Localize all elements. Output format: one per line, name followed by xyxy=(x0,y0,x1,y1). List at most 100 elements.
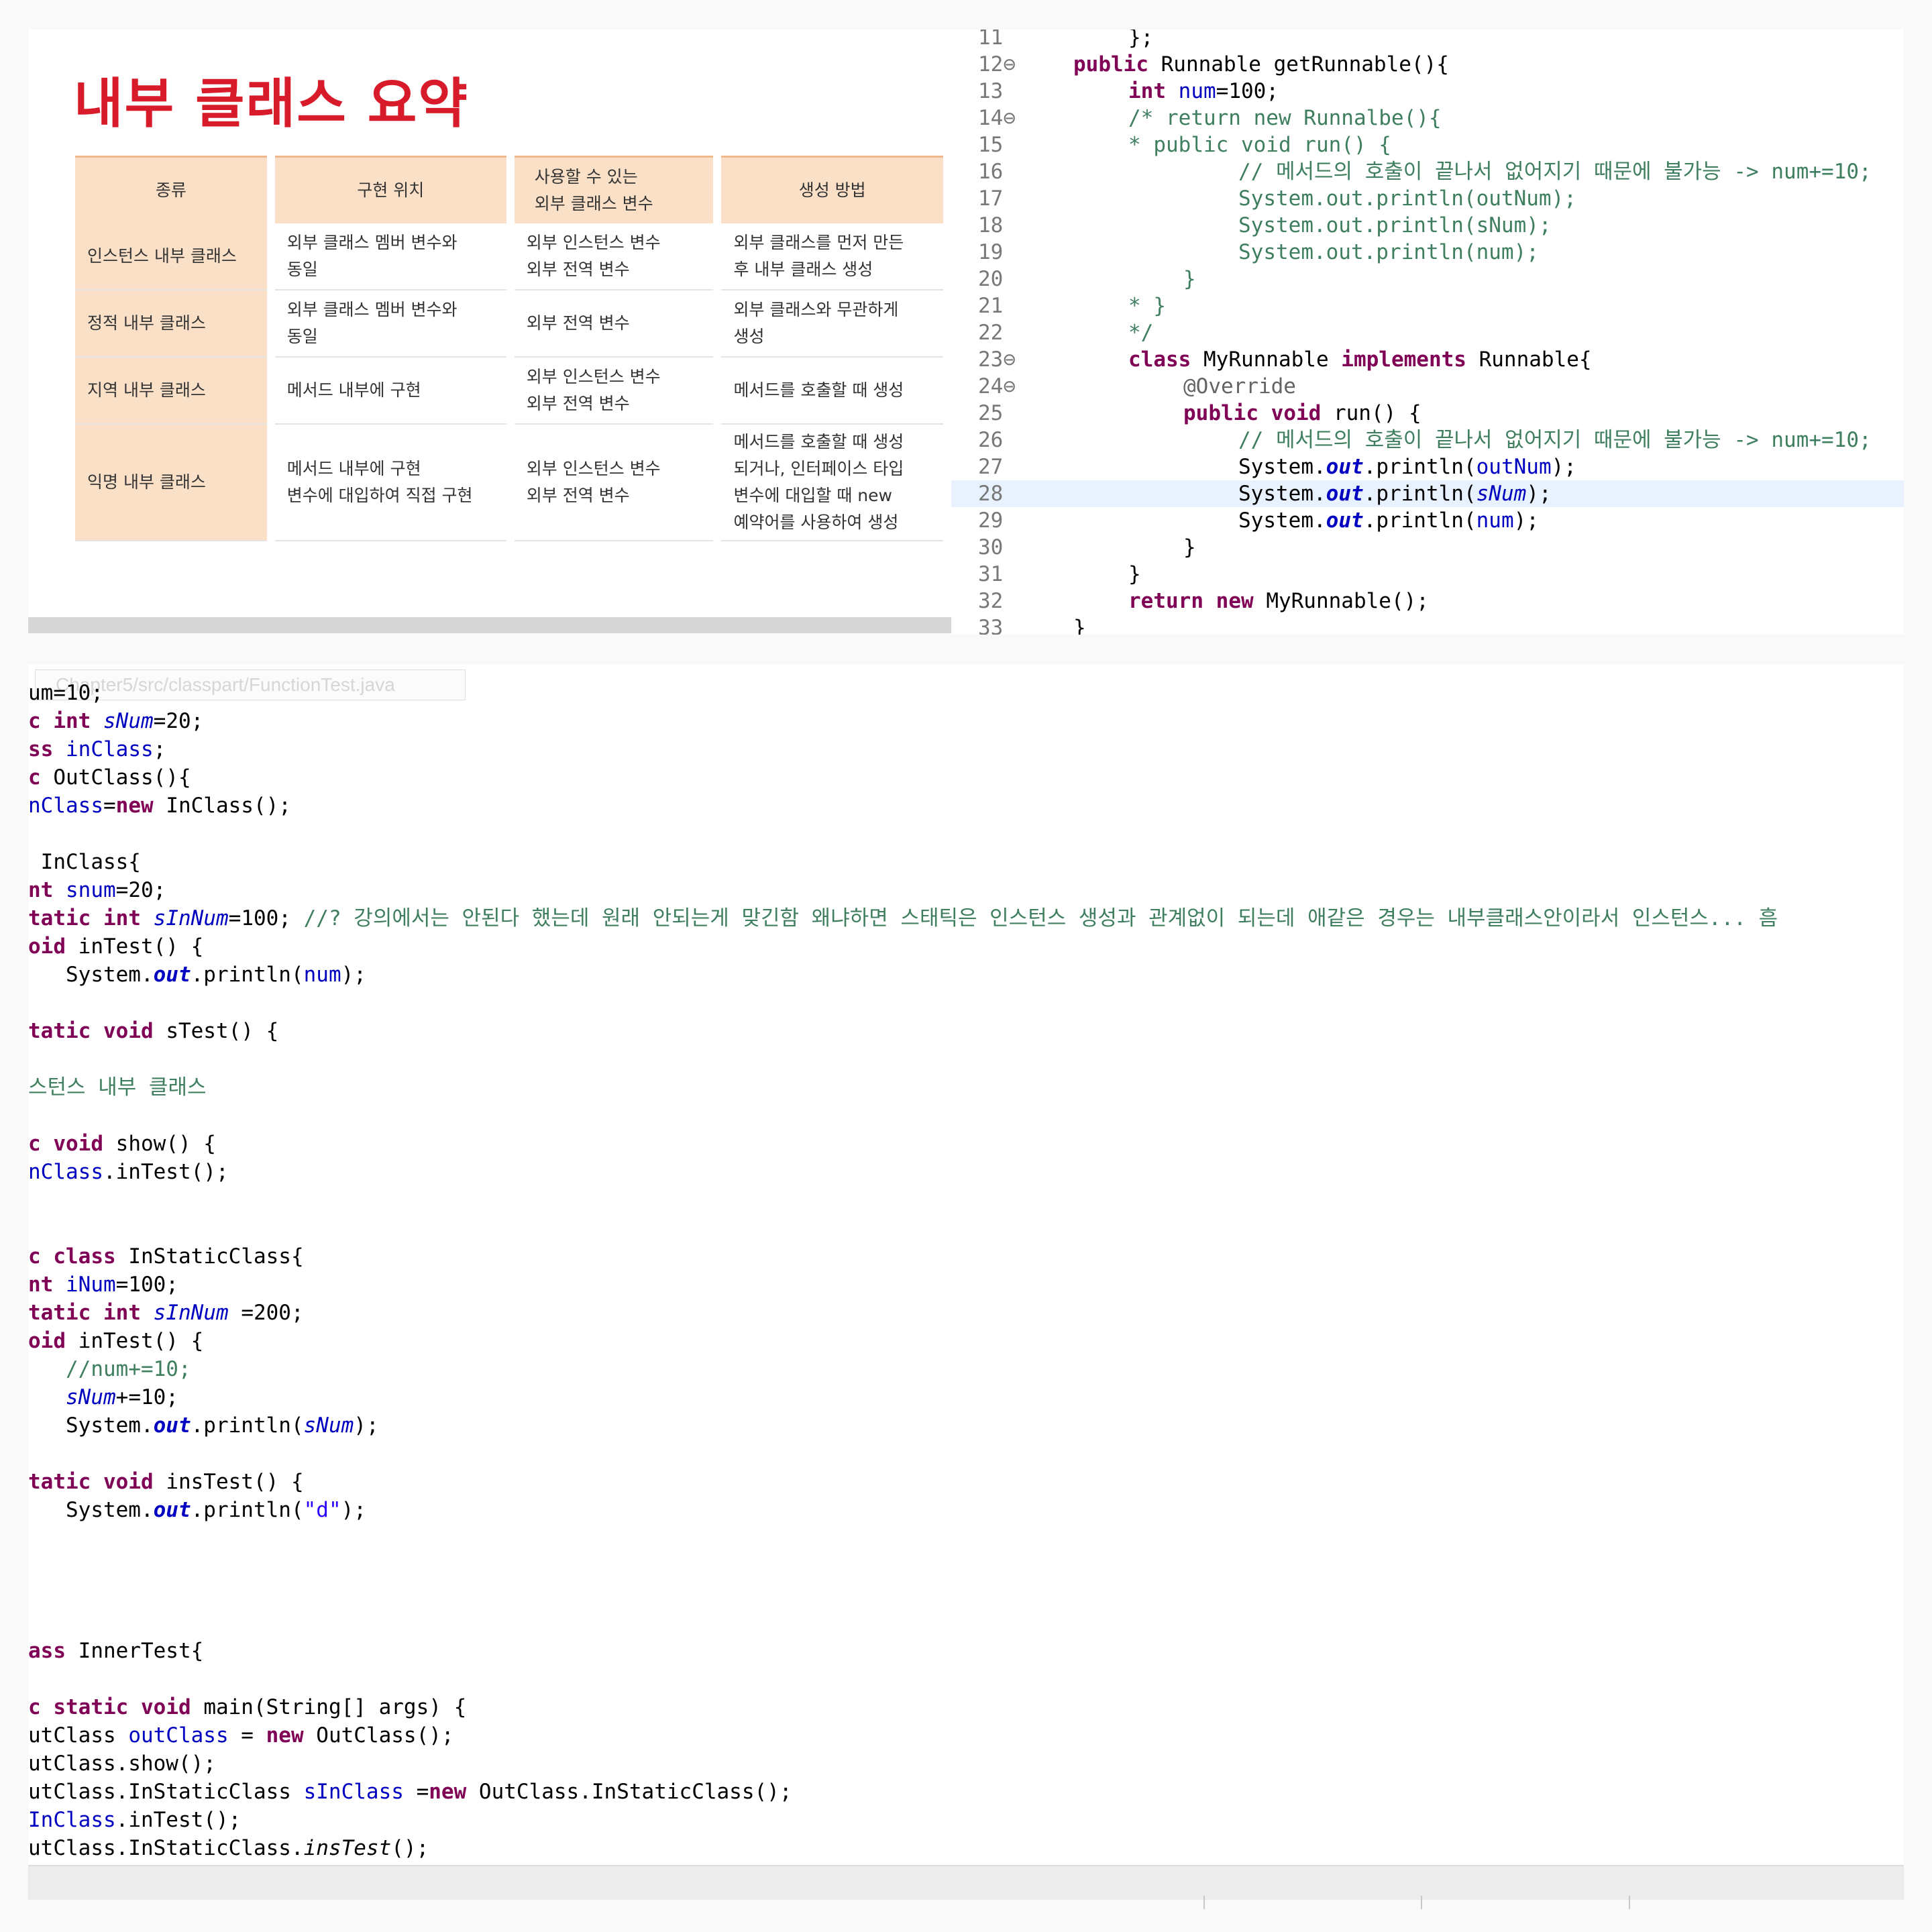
code-line[interactable]: utClass.InStaticClass.insTest(); xyxy=(28,1834,429,1862)
cell-location: 외부 클래스 멤버 변수와 동일 xyxy=(274,223,506,290)
code-line[interactable]: 31} xyxy=(951,561,1904,588)
code-line[interactable]: 15 * public void run() { xyxy=(951,131,1904,158)
line-number: 32 xyxy=(978,589,1004,613)
code-text: }; xyxy=(1128,30,1154,50)
code-line[interactable]: tatic int sInNum =200; xyxy=(28,1299,304,1327)
code-line[interactable]: 29 System.out.println(num); xyxy=(951,507,1904,534)
code-line[interactable]: InClass.inTest(); xyxy=(28,1806,241,1834)
code-editor-bottom[interactable]: Chapter5/src/classpart/FunctionTest.java… xyxy=(28,664,1904,1865)
code-line[interactable]: oid inTest() { xyxy=(28,932,203,961)
code-text: } xyxy=(1073,616,1086,635)
code-line[interactable]: 18 System.out.println(sNum); xyxy=(951,212,1904,239)
code-line[interactable]: 23⊖ class MyRunnable implements Runnable{ xyxy=(951,346,1904,373)
line-number: 22 xyxy=(978,321,1004,345)
line-number: 20 xyxy=(978,267,1004,291)
line-number: 23⊖ xyxy=(978,347,1016,372)
code-line[interactable]: sNum+=10; xyxy=(28,1383,178,1411)
code-text: } xyxy=(1183,267,1196,291)
cell-creation: 메서드를 호출할 때 생성 되거나, 인터페이스 타입 변수에 대입할 때 ne… xyxy=(721,425,943,541)
code-line[interactable]: ass InnerTest{ xyxy=(28,1637,203,1665)
status-separator xyxy=(1421,1896,1422,1909)
code-line[interactable]: utClass outClass = new OutClass(); xyxy=(28,1721,454,1750)
code-text: // 메서드의 호출이 끝나서 없어지기 때문에 불가능 -> num+=10; xyxy=(1238,160,1872,184)
code-line[interactable]: 17 System.out.println(outNum); xyxy=(951,185,1904,212)
code-line[interactable]: oid inTest() { xyxy=(28,1327,203,1355)
code-line[interactable]: um=10; xyxy=(28,679,103,707)
line-number: 26 xyxy=(978,428,1004,452)
code-line[interactable]: 19 System.out.println(num); xyxy=(951,239,1904,266)
code-line[interactable]: nClass=new InClass(); xyxy=(28,792,291,820)
code-line[interactable]: nt snum=20; xyxy=(28,876,166,904)
line-number: 33 xyxy=(978,616,1004,635)
code-line[interactable]: 20} xyxy=(951,266,1904,292)
code-line[interactable]: utClass.InStaticClass sInClass =new OutC… xyxy=(28,1778,792,1806)
status-separator xyxy=(1629,1896,1630,1909)
code-line[interactable]: 30} xyxy=(951,534,1904,561)
code-text: int num=100; xyxy=(1128,79,1279,103)
line-number: 21 xyxy=(978,294,1004,318)
line-number: 31 xyxy=(978,562,1004,586)
cell-kind: 정적 내부 클래스 xyxy=(75,290,267,358)
cell-usable-vars: 외부 인스턴스 변수 외부 전역 변수 xyxy=(514,223,714,290)
code-line[interactable]: 33} xyxy=(951,614,1904,635)
code-line[interactable]: 28 System.out.println(sNum); xyxy=(951,480,1904,507)
code-text: /* return new Runnalbe(){ xyxy=(1128,106,1442,130)
code-line[interactable]: c int sNum=20; xyxy=(28,707,203,735)
code-line[interactable]: System.out.println("d"); xyxy=(28,1496,366,1524)
cell-creation: 외부 클래스와 무관하게 생성 xyxy=(721,290,943,358)
code-text: return new MyRunnable(); xyxy=(1128,589,1429,613)
code-line[interactable]: 26 // 메서드의 호출이 끝나서 없어지기 때문에 불가능 -> num+=1… xyxy=(951,427,1904,453)
code-text: public void run() { xyxy=(1183,401,1421,425)
header-creation: 생성 방법 xyxy=(721,156,943,223)
line-number: 11 xyxy=(978,30,1004,50)
code-line[interactable]: 13 int num=100; xyxy=(951,78,1904,105)
code-text: @Override xyxy=(1183,374,1296,398)
cell-usable-vars: 외부 인스턴스 변수 외부 전역 변수 xyxy=(514,425,714,541)
code-text: System.out.println(outNum); xyxy=(1238,455,1576,479)
code-line[interactable]: System.out.println(sNum); xyxy=(28,1411,379,1440)
line-number: 13 xyxy=(978,79,1004,103)
line-number: 30 xyxy=(978,535,1004,559)
code-line[interactable]: 25 public void run() { xyxy=(951,400,1904,427)
code-line[interactable]: 14⊖ /* return new Runnalbe(){ xyxy=(951,105,1904,131)
code-line[interactable]: nt iNum=100; xyxy=(28,1271,178,1299)
code-line[interactable]: 27 System.out.println(outNum); xyxy=(951,453,1904,480)
code-line[interactable]: 16 // 메서드의 호출이 끝나서 없어지기 때문에 불가능 -> num+=1… xyxy=(951,158,1904,185)
table-row: 인스턴스 내부 클래스 외부 클래스 멤버 변수와 동일 외부 인스턴스 변수 … xyxy=(75,223,943,290)
code-line[interactable]: c static void main(String[] args) { xyxy=(28,1693,466,1721)
code-line[interactable]: c class InStaticClass{ xyxy=(28,1242,304,1271)
status-separator xyxy=(1203,1896,1205,1909)
code-line[interactable]: System.out.println(num); xyxy=(28,961,366,989)
header-usable-vars: 사용할 수 있는 외부 클래스 변수 xyxy=(514,156,714,223)
code-line[interactable]: 22 */ xyxy=(951,319,1904,346)
table-row: 정적 내부 클래스 외부 클래스 멤버 변수와 동일 외부 전역 변수 외부 클… xyxy=(75,290,943,358)
code-line[interactable]: //num+=10; xyxy=(28,1355,191,1383)
code-line[interactable]: c OutClass(){ xyxy=(28,763,191,792)
code-line[interactable]: InClass{ xyxy=(28,848,141,876)
line-number: 19 xyxy=(978,240,1004,264)
code-text: } xyxy=(1183,535,1196,559)
cell-creation: 메서드를 호출할 때 생성 xyxy=(721,358,943,425)
code-text: System.out.println(num); xyxy=(1238,508,1539,533)
code-line[interactable]: 24⊖ @Override xyxy=(951,373,1904,400)
code-line[interactable]: 21 * } xyxy=(951,292,1904,319)
table-row: 익명 내부 클래스 메서드 내부에 구현 변수에 대입하여 직접 구현 외부 인… xyxy=(75,425,943,541)
code-line[interactable]: nClass.inTest(); xyxy=(28,1158,229,1186)
code-line[interactable]: 11}; xyxy=(951,30,1904,51)
line-number: 17 xyxy=(978,186,1004,211)
code-text: } xyxy=(1128,562,1141,586)
slide-bottom-bar xyxy=(28,617,951,633)
code-line[interactable]: ss inClass; xyxy=(28,735,166,763)
code-editor-top[interactable]: 11}; 12⊖ public Runnable getRunnable(){13 i… xyxy=(951,30,1904,635)
cell-location: 외부 클래스 멤버 변수와 동일 xyxy=(274,290,506,358)
table-row: 지역 내부 클래스 메서드 내부에 구현 외부 인스턴스 변수 외부 전역 변수… xyxy=(75,358,943,425)
code-line[interactable]: utClass.show(); xyxy=(28,1750,216,1778)
code-line[interactable]: tatic void insTest() { xyxy=(28,1468,304,1496)
code-line[interactable]: tatic int sInNum=100; //? 강의에서는 안된다 했는데 … xyxy=(28,904,1778,932)
cell-creation: 외부 클래스를 먼저 만든 후 내부 클래스 생성 xyxy=(721,223,943,290)
code-line[interactable]: c void show() { xyxy=(28,1130,216,1158)
code-line[interactable]: 12⊖ public Runnable getRunnable(){ xyxy=(951,51,1904,78)
code-line[interactable]: 스턴스 내부 클래스 xyxy=(28,1073,207,1102)
code-line[interactable]: 32 return new MyRunnable(); xyxy=(951,588,1904,614)
code-line[interactable]: tatic void sTest() { xyxy=(28,1017,278,1045)
